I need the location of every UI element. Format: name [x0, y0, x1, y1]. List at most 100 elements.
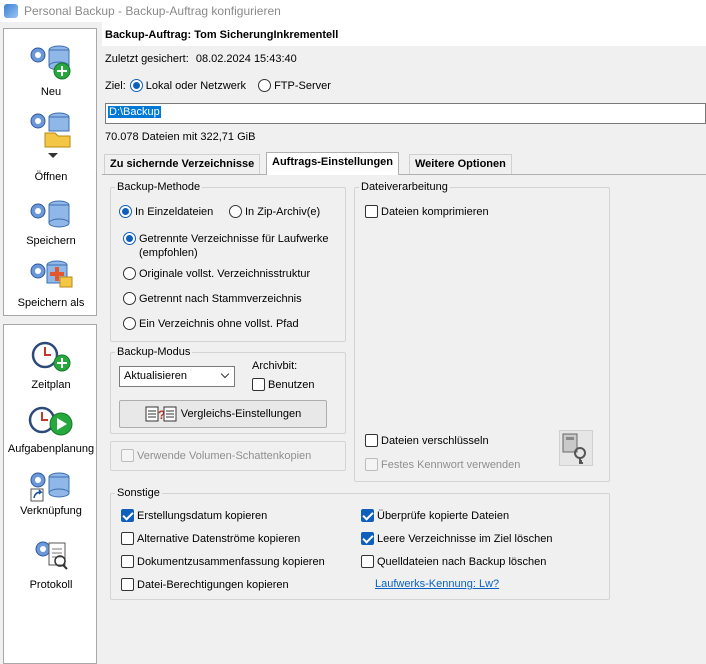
delete-source-checkbox[interactable]: [361, 555, 374, 568]
shadow-copy-label: Verwende Volumen-Schattenkopien: [137, 449, 312, 462]
compare-settings-button[interactable]: ? Vergleichs-Einstellungen: [119, 400, 327, 428]
sidebar-item-log[interactable]: Protokoll: [4, 537, 98, 593]
shadow-copy-option[interactable]: Verwende Volumen-Schattenkopien: [121, 449, 311, 462]
tab-job-settings[interactable]: Auftrags-Einstellungen: [266, 152, 400, 175]
archive-bit-checkbox-label[interactable]: Benutzen: [268, 379, 314, 391]
method-single-files-label[interactable]: In Einzeldateien: [135, 206, 213, 218]
chevron-down-icon: [220, 369, 230, 379]
copy-doc-summary-checkbox[interactable]: [121, 555, 134, 568]
tab-bar: Zu sichernde Verzeichnisse Auftrags-Eins…: [102, 152, 706, 175]
archive-bit-use[interactable]: Benutzen: [252, 378, 314, 391]
fixed-password-option[interactable]: Festes Kennwort verwenden: [365, 458, 520, 471]
delete-source-label[interactable]: Quelldateien nach Backup löschen: [377, 556, 546, 568]
sidebar-item-label: Öffnen: [34, 171, 68, 183]
sidebar-item-open[interactable]: Öffnen: [4, 107, 98, 183]
target-local-label[interactable]: Lokal oder Netzwerk: [146, 80, 246, 92]
tab-directories[interactable]: Zu sichernde Verzeichnisse: [104, 154, 261, 174]
sidebar-item-label: Verknüpfung: [20, 505, 82, 517]
copy-doc-summary-option[interactable]: Dokumentzusammenfassung kopieren: [121, 555, 325, 568]
sidebar-item-label: Neu: [40, 86, 62, 98]
archive-bit-label: Archivbit:: [252, 360, 298, 372]
gears-database-folder-icon: [30, 112, 71, 158]
sidebar-item-label: Aufgabenplanung: [7, 443, 95, 455]
verify-copied-checkbox[interactable]: [361, 509, 374, 522]
structure-root-dir-label[interactable]: Getrennt nach Stammverzeichnis: [139, 293, 302, 305]
shadow-copy-checkbox[interactable]: [121, 449, 134, 462]
sidebar-item-new[interactable]: Neu: [4, 37, 98, 99]
method-zip-label[interactable]: In Zip-Archiv(e): [245, 206, 320, 218]
delete-empty-dirs-checkbox[interactable]: [361, 532, 374, 545]
target-local-radio[interactable]: [129, 79, 143, 92]
file-count: 70.078 Dateien mit 322,71 GiB: [105, 131, 256, 143]
delete-empty-dirs-label[interactable]: Leere Verzeichnisse im Ziel löschen: [377, 533, 552, 545]
last-saved-value: 08.02.2024 15:43:40: [195, 53, 297, 65]
method-zip-radio[interactable]: [229, 205, 242, 218]
encrypt-checkbox[interactable]: [365, 434, 378, 447]
gear-document-icon: [35, 541, 68, 570]
copy-alt-streams-checkbox[interactable]: [121, 532, 134, 545]
copy-doc-summary-label[interactable]: Dokumentzusammenfassung kopieren: [137, 556, 325, 568]
structure-recommended-note: (empfohlen): [139, 247, 198, 259]
copy-creation-date-option[interactable]: Erstellungsdatum kopieren: [121, 509, 267, 522]
method-zip[interactable]: In Zip-Archiv(e): [229, 205, 320, 218]
copy-permissions-option[interactable]: Datei-Berechtigungen kopieren: [121, 578, 289, 591]
structure-original[interactable]: Originale vollst. Verzeichnisstruktur: [123, 267, 310, 280]
copy-alt-streams-label[interactable]: Alternative Datenströme kopieren: [137, 533, 300, 545]
structure-original-label[interactable]: Originale vollst. Verzeichnisstruktur: [139, 268, 310, 280]
copy-creation-date-label[interactable]: Erstellungsdatum kopieren: [137, 510, 267, 522]
structure-separate-drives-radio[interactable]: [123, 232, 136, 245]
verify-copied-label[interactable]: Überprüfe kopierte Dateien: [377, 510, 509, 522]
copy-permissions-checkbox[interactable]: [121, 578, 134, 591]
copy-alt-streams-option[interactable]: Alternative Datenströme kopieren: [121, 532, 300, 545]
structure-original-radio[interactable]: [123, 267, 136, 280]
sidebar-item-shortcut[interactable]: Verknüpfung: [4, 469, 98, 521]
structure-separate-drives-label[interactable]: Getrennte Verzeichnisse für Laufwerke: [139, 233, 329, 245]
sidebar-schedule-panel: Zeitplan Aufgabenplanung Verknüpfung Pro…: [3, 324, 97, 664]
compress-option[interactable]: Dateien komprimieren: [365, 205, 489, 218]
compress-label[interactable]: Dateien komprimieren: [381, 206, 489, 218]
window-title: Personal Backup - Backup-Auftrag konfigu…: [24, 4, 281, 18]
key-settings-button[interactable]: [559, 430, 593, 466]
structure-single-dir[interactable]: Ein Verzeichnis ohne vollst. Pfad: [123, 317, 299, 330]
sidebar: Neu Öffnen Speichern Speichern als Zeitp…: [0, 22, 100, 664]
sidebar-item-schedule[interactable]: Zeitplan: [4, 339, 98, 395]
backup-mode-select[interactable]: Aktualisieren: [119, 366, 235, 387]
drive-id-link[interactable]: Laufwerks-Kennung: Lw?: [375, 578, 499, 590]
copy-permissions-label[interactable]: Datei-Berechtigungen kopieren: [137, 579, 289, 591]
structure-single-dir-label[interactable]: Ein Verzeichnis ohne vollst. Pfad: [139, 318, 299, 330]
target-path-input[interactable]: D:\Backup: [105, 103, 706, 124]
delete-source-option[interactable]: Quelldateien nach Backup löschen: [361, 555, 546, 568]
shortcut-database-icon: [30, 472, 70, 502]
compress-checkbox[interactable]: [365, 205, 378, 218]
method-single-files-radio[interactable]: [119, 205, 132, 218]
sidebar-item-task-scheduler[interactable]: Aufgabenplanung: [4, 405, 98, 457]
verify-copied-option[interactable]: Überprüfe kopierte Dateien: [361, 509, 509, 522]
structure-root-dir[interactable]: Getrennt nach Stammverzeichnis: [123, 292, 302, 305]
encrypt-label[interactable]: Dateien verschlüsseln: [381, 435, 489, 447]
last-saved: Zuletzt gesichert: 08.02.2024 15:43:40: [105, 53, 297, 65]
fixed-password-checkbox[interactable]: [365, 458, 378, 471]
target-label: Ziel:: [105, 79, 126, 92]
sidebar-item-label: Protokoll: [29, 579, 73, 591]
clock-plus-icon: [31, 341, 71, 372]
shadow-copy-group: Verwende Volumen-Schattenkopien: [110, 441, 346, 471]
copy-creation-date-checkbox[interactable]: [121, 509, 134, 522]
structure-separate-drives[interactable]: Getrennte Verzeichnisse für Laufwerke: [123, 232, 329, 245]
archive-bit-checkbox[interactable]: [252, 378, 265, 391]
method-single-files[interactable]: In Einzeldateien: [119, 205, 213, 218]
structure-single-dir-radio[interactable]: [123, 317, 136, 330]
target-ftp-radio[interactable]: [258, 79, 272, 92]
sidebar-item-save[interactable]: Speichern: [4, 195, 98, 247]
structure-root-dir-radio[interactable]: [123, 292, 136, 305]
sidebar-item-save-as[interactable]: Speichern als: [4, 257, 98, 309]
encrypt-option[interactable]: Dateien verschlüsseln: [365, 434, 489, 447]
backup-method-legend: Backup-Methode: [117, 181, 201, 193]
delete-empty-dirs-option[interactable]: Leere Verzeichnisse im Ziel löschen: [361, 532, 552, 545]
other-group: Sonstige Erstellungsdatum kopieren Alter…: [110, 487, 610, 600]
target-ftp-label[interactable]: FTP-Server: [274, 80, 331, 92]
sidebar-item-label: Speichern: [26, 235, 76, 247]
file-processing-legend: Dateiverarbeitung: [361, 181, 448, 193]
file-processing-group: Dateiverarbeitung Dateien komprimieren D…: [354, 181, 610, 482]
tab-more-options[interactable]: Weitere Optionen: [409, 154, 512, 174]
job-title: Backup-Auftrag: Tom SicherungInkrementel…: [105, 29, 339, 41]
